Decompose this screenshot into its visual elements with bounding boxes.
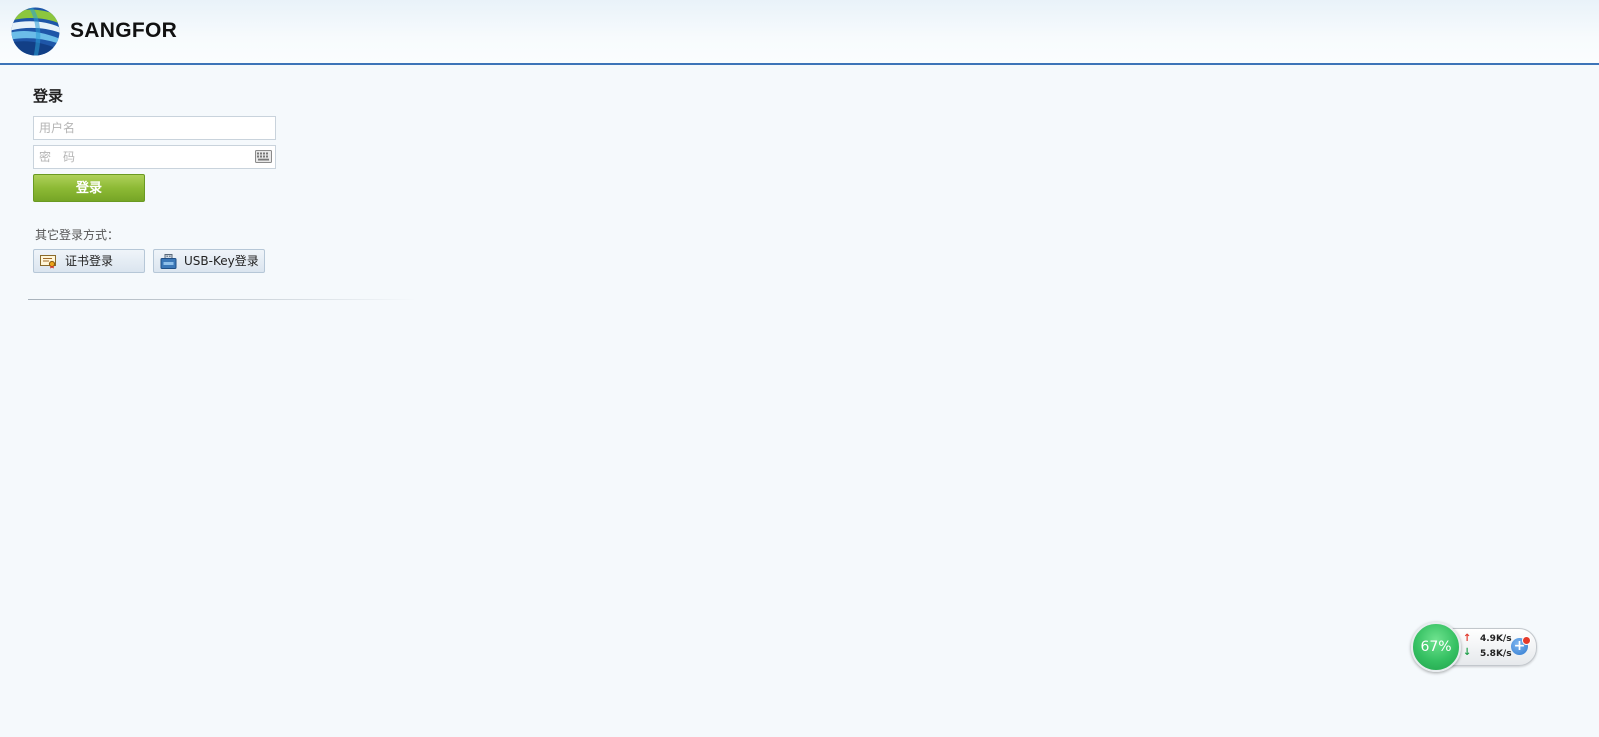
username-input[interactable]	[34, 118, 249, 138]
certificate-login-label: 证书登录	[65, 254, 114, 268]
password-input[interactable]	[34, 147, 249, 167]
brand-name: SANGFOR	[70, 19, 178, 42]
notification-dot	[1522, 636, 1531, 645]
virtual-keyboard-icon[interactable]	[255, 150, 272, 163]
header-bar: SANGFOR	[0, 0, 1599, 65]
usb-key-login-label: USB-Key登录	[184, 254, 259, 268]
username-field-box	[33, 116, 276, 140]
login-button[interactable]: 登录	[33, 174, 145, 202]
download-arrow-icon: ↓	[1463, 647, 1472, 658]
sangfor-logo-icon	[11, 7, 60, 56]
section-divider	[28, 299, 416, 300]
upload-arrow-icon: ↑	[1463, 633, 1472, 644]
certificate-icon	[40, 255, 56, 269]
login-title: 登录	[33, 87, 64, 105]
download-speed: 5.8K/s	[1480, 649, 1512, 659]
upload-speed: 4.9K/s	[1480, 634, 1512, 644]
other-login-label: 其它登录方式：	[35, 228, 120, 242]
network-speed-widget[interactable]: 67% ↑ 4.9K/s ↓ 5.8K/s +	[1410, 622, 1537, 672]
password-field-box	[33, 145, 276, 169]
certificate-login-button[interactable]: 证书登录	[33, 249, 145, 273]
usb-key-login-button[interactable]: USB-Key登录	[153, 249, 265, 273]
usb-key-icon	[160, 254, 177, 269]
usage-percent-badge[interactable]: 67%	[1411, 622, 1461, 672]
